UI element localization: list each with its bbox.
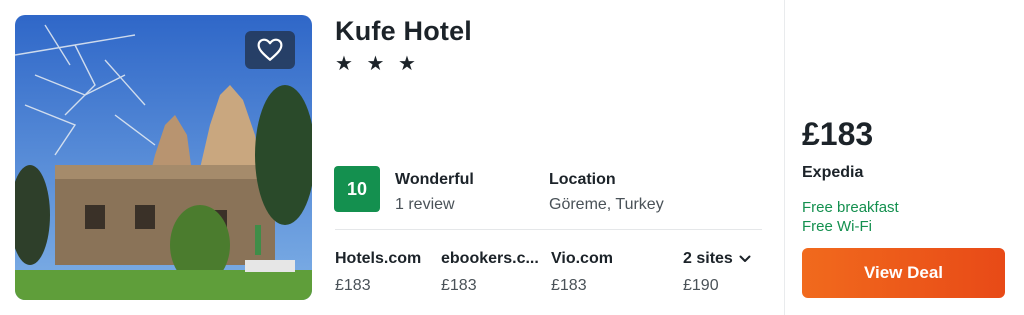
heart-icon: [257, 38, 283, 61]
review-count[interactable]: 1 review: [395, 196, 455, 214]
column-divider: [784, 0, 785, 315]
site-offer-ebookers[interactable]: ebookers.c... £183: [441, 250, 551, 295]
location-label: Location: [549, 171, 616, 188]
favorite-button[interactable]: [245, 31, 295, 69]
perk-free-wifi: Free Wi-Fi: [802, 218, 872, 235]
site-offer-vio-com[interactable]: Vio.com £183: [551, 250, 661, 295]
more-sites-label: 2 sites: [683, 250, 733, 267]
site-price: £183: [441, 277, 477, 294]
deal-price: £183: [802, 116, 874, 152]
perk-free-breakfast: Free breakfast: [802, 199, 899, 216]
hotel-photo[interactable]: [15, 15, 312, 300]
star-rating: ★ ★ ★: [335, 53, 420, 75]
review-score-badge: 10: [334, 166, 380, 212]
site-name: ebookers.c...: [441, 250, 539, 267]
deal-provider: Expedia: [802, 164, 864, 181]
view-deal-button[interactable]: View Deal: [802, 248, 1005, 298]
hotel-result-card: Kufe Hotel ★ ★ ★ 10 Wonderful 1 review L…: [0, 0, 1024, 315]
site-price: £183: [335, 277, 371, 294]
more-sites-price: £190: [683, 277, 719, 294]
site-name: Vio.com: [551, 250, 613, 267]
divider: [335, 229, 762, 230]
site-offer-hotels-com[interactable]: Hotels.com £183: [335, 250, 445, 295]
location-value: Göreme, Turkey: [549, 196, 664, 213]
hotel-name[interactable]: Kufe Hotel: [335, 16, 472, 47]
site-name: Hotels.com: [335, 250, 422, 267]
rating-word: Wonderful: [395, 171, 474, 188]
more-sites-dropdown[interactable]: 2 sites £190: [683, 250, 751, 295]
chevron-down-icon: [739, 255, 751, 262]
site-price: £183: [551, 277, 587, 294]
